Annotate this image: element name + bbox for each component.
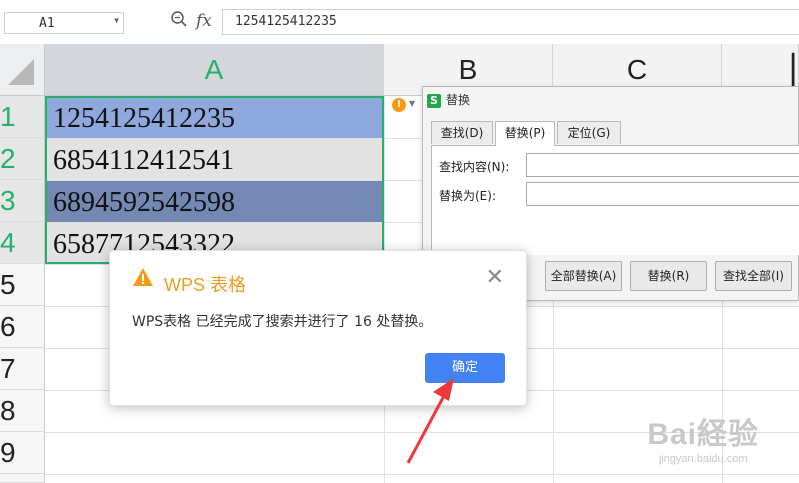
- replace-input[interactable]: [526, 182, 799, 206]
- name-box-value: A1: [39, 16, 55, 31]
- find-input[interactable]: [526, 153, 799, 177]
- name-box[interactable]: A1 ▼: [4, 12, 124, 34]
- find-all-button[interactable]: 查找全部(I): [715, 261, 792, 291]
- formula-bar: A1 ▼ fx 1254125412235: [0, 0, 799, 45]
- message-box: WPS 表格 ✕ WPS表格 已经完成了搜索并进行了 16 处替换。 确定: [109, 250, 527, 406]
- message-text: WPS表格 已经完成了搜索并进行了 16 处替换。: [132, 314, 433, 330]
- close-icon[interactable]: ✕: [486, 267, 504, 289]
- row-header-8[interactable]: 8: [0, 390, 45, 432]
- function-icon[interactable]: fx: [196, 11, 212, 31]
- warning-icon: [133, 268, 153, 286]
- zoom-search-icon[interactable]: [170, 10, 188, 32]
- dialog-title-text: 替换: [446, 93, 471, 107]
- replace-all-button[interactable]: 全部替换(A): [545, 261, 622, 291]
- watermark-logo: Bai経验: [647, 418, 759, 451]
- watermark-url: jingyan.baidu.com: [658, 453, 748, 465]
- replace-label: 替换为(E):: [439, 189, 496, 203]
- tab-replace[interactable]: 替换(P): [495, 121, 555, 146]
- grid-line: [45, 474, 799, 475]
- tab-find[interactable]: 查找(D): [431, 121, 493, 144]
- row-header-2[interactable]: 2: [0, 138, 45, 180]
- wps-logo-icon: S: [427, 93, 441, 108]
- row-header-4[interactable]: 4: [0, 222, 45, 264]
- ok-button[interactable]: 确定: [425, 353, 505, 383]
- select-all-corner[interactable]: [0, 44, 45, 96]
- formula-input[interactable]: 1254125412235: [222, 9, 799, 35]
- replace-tab-panel: 查找内容(N): 替换为(E):: [431, 145, 799, 255]
- find-label: 查找内容(N):: [439, 160, 510, 174]
- chevron-down-icon[interactable]: ▼: [114, 16, 119, 25]
- select-all-triangle-icon: [8, 59, 34, 85]
- row-header-7[interactable]: 7: [0, 348, 45, 390]
- error-check-icon[interactable]: !: [392, 98, 406, 112]
- dialog-title: S 替换: [427, 91, 470, 111]
- column-header-a[interactable]: A: [45, 44, 384, 96]
- selection-border: [45, 96, 384, 264]
- row-header-6[interactable]: 6: [0, 306, 45, 348]
- row-header-3[interactable]: 3: [0, 180, 45, 222]
- chevron-down-icon[interactable]: ▼: [409, 99, 415, 108]
- replace-button[interactable]: 替换(R): [630, 261, 707, 291]
- row-header-1[interactable]: 1: [0, 96, 45, 138]
- watermark: Bai経验 jingyan.baidu.com: [647, 409, 759, 465]
- row-header-5[interactable]: 5: [0, 264, 45, 306]
- row-header-10[interactable]: [0, 474, 45, 483]
- message-title: WPS 表格: [164, 275, 247, 295]
- row-header-9[interactable]: 9: [0, 432, 45, 474]
- tab-goto[interactable]: 定位(G): [557, 121, 621, 144]
